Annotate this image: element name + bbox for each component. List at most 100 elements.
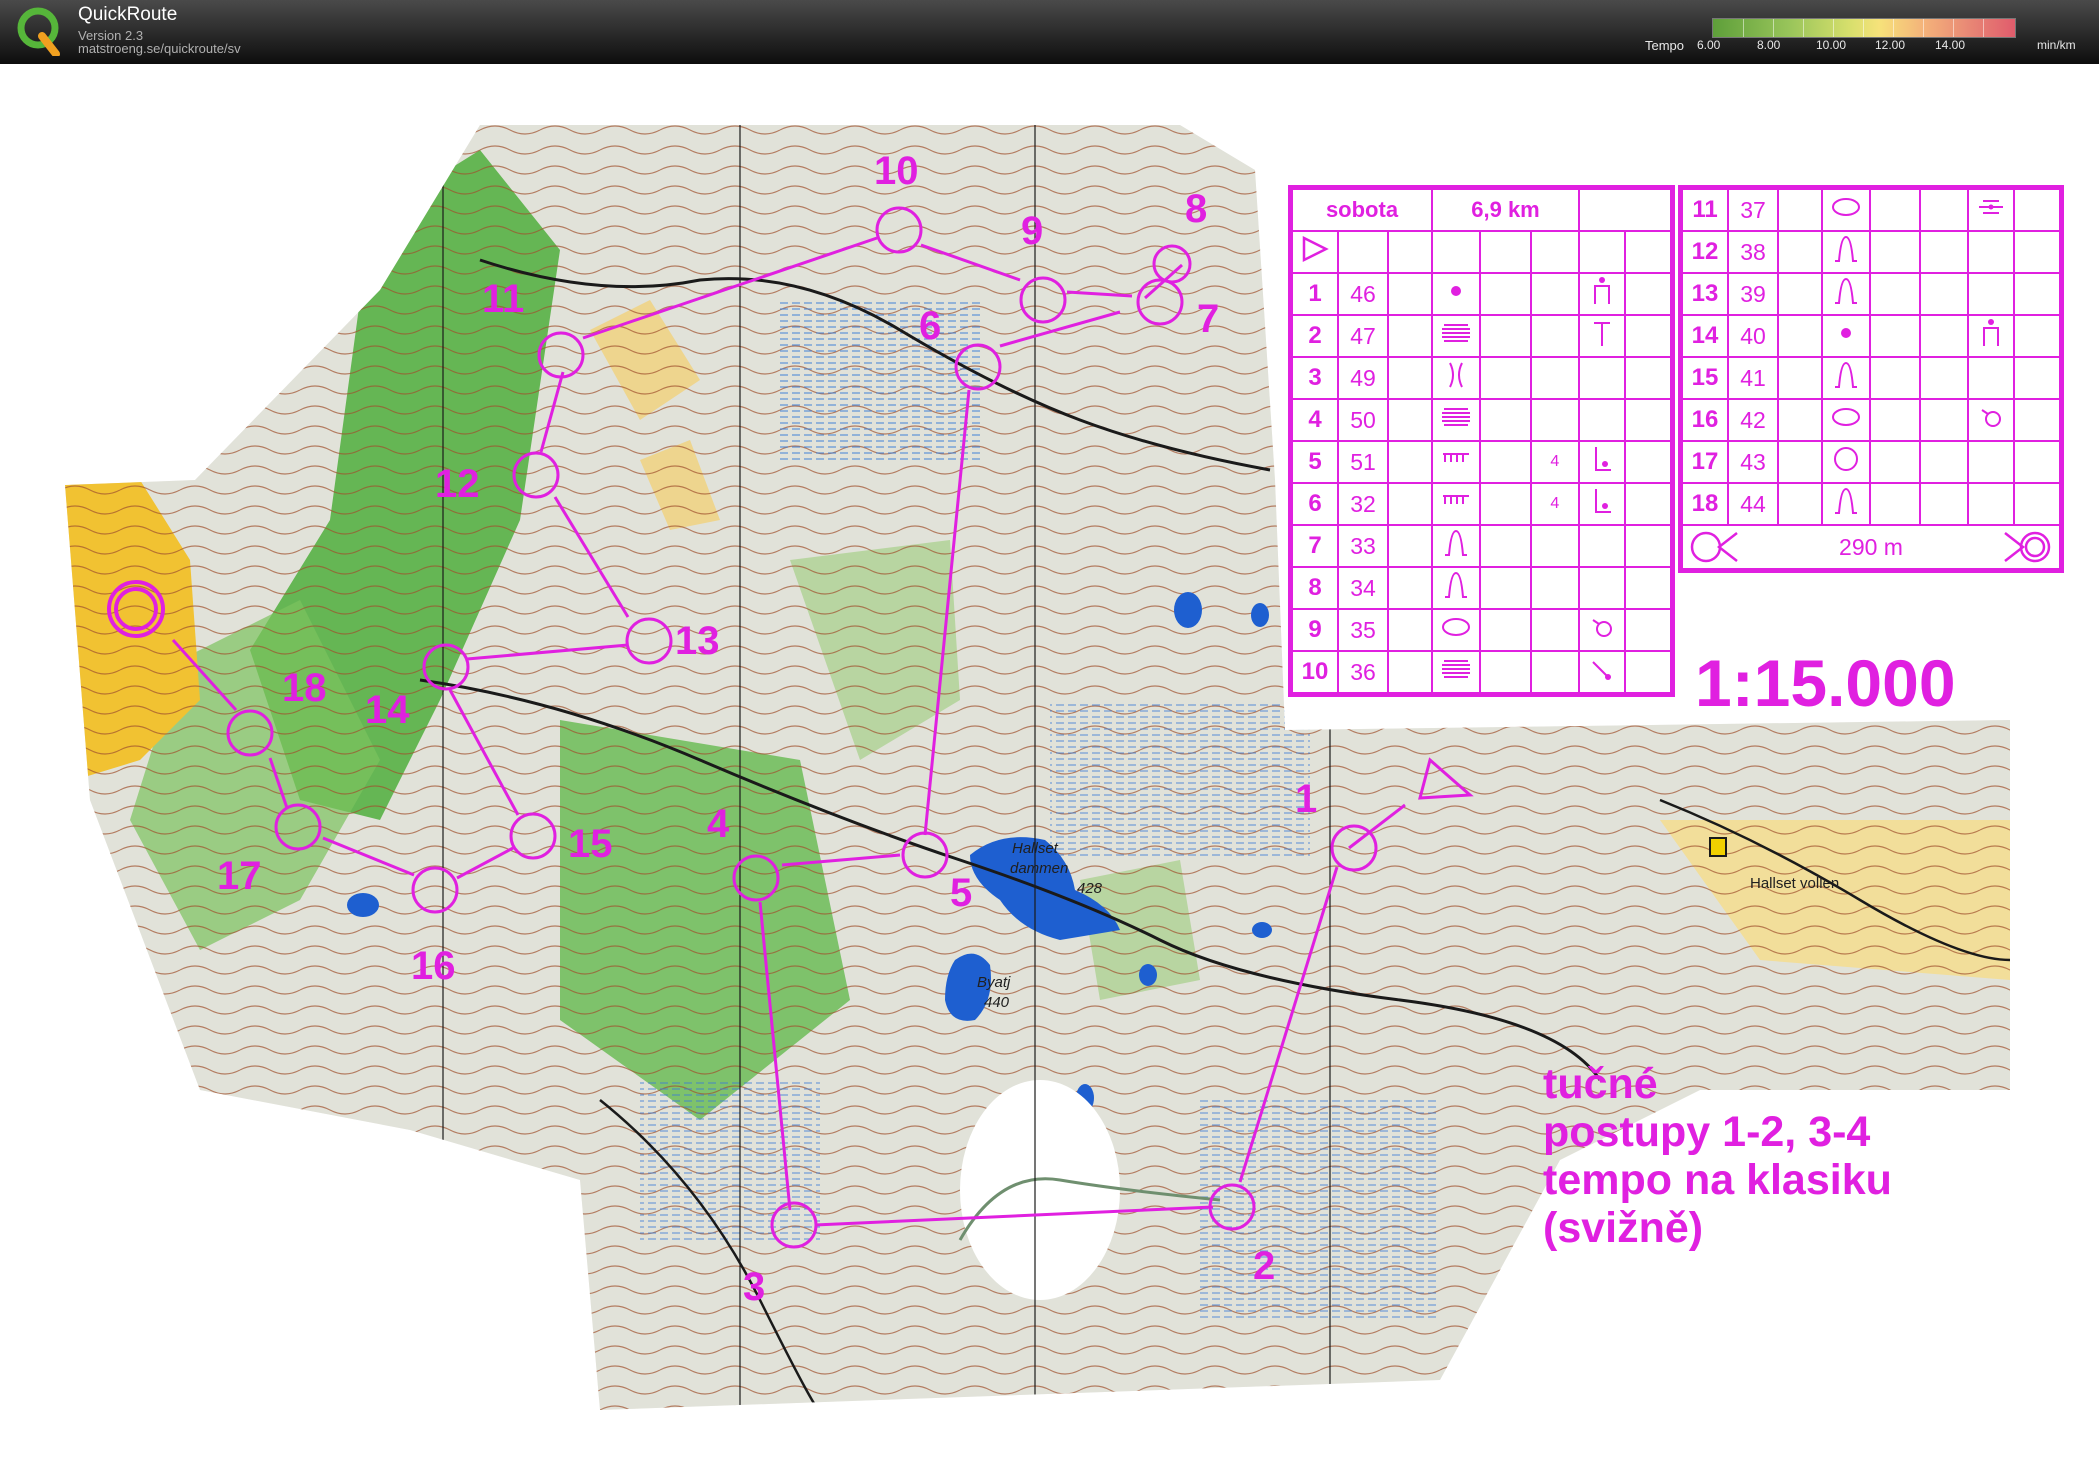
control-description-row: 8 34 bbox=[1291, 566, 1672, 610]
desc-cell bbox=[1869, 230, 1921, 274]
tempo-tick: 10.00 bbox=[1816, 38, 1847, 52]
desc-cell bbox=[1777, 398, 1823, 442]
tempo-tick: 14.00 bbox=[1935, 38, 1966, 52]
control-code: 41 bbox=[1727, 356, 1779, 400]
desc-cell bbox=[1869, 440, 1921, 484]
control-descriptions-left: sobota 6,9 km 1 46 2 47 3 49 4 50 5 51 4 6 32 4 7 33 8 34… bbox=[1288, 185, 1675, 697]
event-name: sobota bbox=[1291, 188, 1433, 232]
desc-cell bbox=[2013, 398, 2061, 442]
feature-dimension bbox=[1529, 608, 1581, 652]
control-code: 50 bbox=[1337, 398, 1389, 442]
feature-dimension bbox=[1529, 272, 1581, 316]
cliff-icon bbox=[1430, 440, 1482, 484]
control-number-14: 14 bbox=[365, 688, 410, 732]
circle-icon bbox=[1821, 440, 1871, 484]
course-length: 6,9 km bbox=[1431, 188, 1580, 232]
control-number-5: 5 bbox=[950, 871, 973, 915]
tempo-tick: 6.00 bbox=[1697, 38, 1721, 52]
desc-cell bbox=[1624, 566, 1672, 610]
note-line: postupy 1-2, 3-4 bbox=[1543, 1108, 1871, 1156]
desc-cell bbox=[1479, 524, 1532, 568]
tempo-tick: 12.00 bbox=[1875, 38, 1906, 52]
control-sequence: 15 bbox=[1681, 356, 1729, 400]
desc-cell bbox=[1777, 482, 1823, 526]
orienteering-map[interactable]: 1 2 3 4 5 6 7 8 9 10 11 12 13 14 15 16 1… bbox=[0, 64, 2099, 1459]
desc-cell bbox=[1967, 230, 2015, 274]
control-description-row: 18 44 bbox=[1681, 482, 2061, 526]
control-sequence: 9 bbox=[1291, 608, 1339, 652]
desc-cell bbox=[1624, 314, 1672, 358]
feature-dimension: 4 bbox=[1529, 482, 1581, 526]
app-url: matstroeng.se/quickroute/sv bbox=[78, 41, 241, 56]
control-code: 36 bbox=[1337, 650, 1389, 694]
control-code: 44 bbox=[1727, 482, 1779, 526]
desc-cell bbox=[1479, 272, 1532, 316]
foot-icon bbox=[1967, 398, 2015, 442]
control-description-row: 5 51 4 bbox=[1291, 440, 1672, 484]
control-sequence: 16 bbox=[1681, 398, 1729, 442]
control-description-row: 9 35 bbox=[1291, 608, 1672, 652]
control-code: 43 bbox=[1727, 440, 1779, 484]
control-code: 47 bbox=[1337, 314, 1389, 358]
control-code: 35 bbox=[1337, 608, 1389, 652]
corner-icon bbox=[1578, 482, 1626, 526]
control-sequence: 7 bbox=[1291, 524, 1339, 568]
knoll-icon bbox=[1430, 524, 1482, 568]
control-sequence: 1 bbox=[1291, 272, 1339, 316]
feature-dimension bbox=[1919, 440, 1969, 484]
desc-cell bbox=[1479, 482, 1532, 526]
control-description-row: 14 40 bbox=[1681, 314, 2061, 358]
dot-icon bbox=[1821, 314, 1871, 358]
desc-cell bbox=[1387, 608, 1433, 652]
control-number-2: 2 bbox=[1253, 1244, 1276, 1288]
control-description-row: 4 50 bbox=[1291, 398, 1672, 442]
map-label: Byatj bbox=[977, 974, 1011, 991]
feature-dimension bbox=[1919, 482, 1969, 526]
depression-icon bbox=[1821, 398, 1871, 442]
desc-cell bbox=[2013, 272, 2061, 316]
control-code: 34 bbox=[1337, 566, 1389, 610]
control-number-13: 13 bbox=[675, 619, 720, 663]
desc-cell bbox=[2013, 314, 2061, 358]
desc-cell bbox=[1624, 398, 1672, 442]
control-number-3: 3 bbox=[743, 1265, 766, 1309]
control-sequence: 10 bbox=[1291, 650, 1339, 694]
desc-cell bbox=[1387, 272, 1433, 316]
finish-distance: 290 m bbox=[1839, 533, 1903, 560]
desc-cell bbox=[1869, 482, 1921, 526]
tempo-color-scale bbox=[1712, 18, 2016, 38]
feature-dimension bbox=[1529, 524, 1581, 568]
map-label: Hallset vollen bbox=[1750, 875, 1840, 892]
control-description-row: 10 36 bbox=[1291, 650, 1672, 694]
control-sequence: 14 bbox=[1681, 314, 1729, 358]
feature-dimension bbox=[1529, 398, 1581, 442]
tempo-tick: 8.00 bbox=[1757, 38, 1781, 52]
desc-cell bbox=[2013, 188, 2061, 232]
finish-row: 290 m bbox=[1681, 524, 2061, 570]
tower-icon bbox=[1578, 272, 1626, 316]
control-number-18: 18 bbox=[282, 666, 327, 710]
desc-cell bbox=[1624, 272, 1672, 316]
control-number-10: 10 bbox=[874, 149, 919, 193]
control-sequence: 17 bbox=[1681, 440, 1729, 484]
tempo-label: Tempo bbox=[1645, 38, 1685, 53]
control-code: 38 bbox=[1727, 230, 1779, 274]
control-description-row: 15 41 bbox=[1681, 356, 2061, 400]
start-triangle-icon bbox=[1291, 230, 1339, 274]
feature-dimension bbox=[1919, 314, 1969, 358]
desc-cell bbox=[1967, 356, 2015, 400]
desc-cell bbox=[1479, 356, 1532, 400]
control-number-1: 1 bbox=[1295, 777, 1318, 821]
control-sequence: 2 bbox=[1291, 314, 1339, 358]
desc-cell bbox=[1869, 188, 1921, 232]
desc-cell bbox=[1624, 356, 1672, 400]
desc-cell bbox=[1869, 356, 1921, 400]
feature-dimension bbox=[1919, 272, 1969, 316]
desc-cell bbox=[1479, 398, 1532, 442]
control-code: 46 bbox=[1337, 272, 1389, 316]
map-label: dammen bbox=[1010, 860, 1069, 877]
slope-icon bbox=[1578, 650, 1626, 694]
cliff-icon bbox=[1430, 482, 1482, 526]
control-code: 40 bbox=[1727, 314, 1779, 358]
desc-cell bbox=[2013, 482, 2061, 526]
